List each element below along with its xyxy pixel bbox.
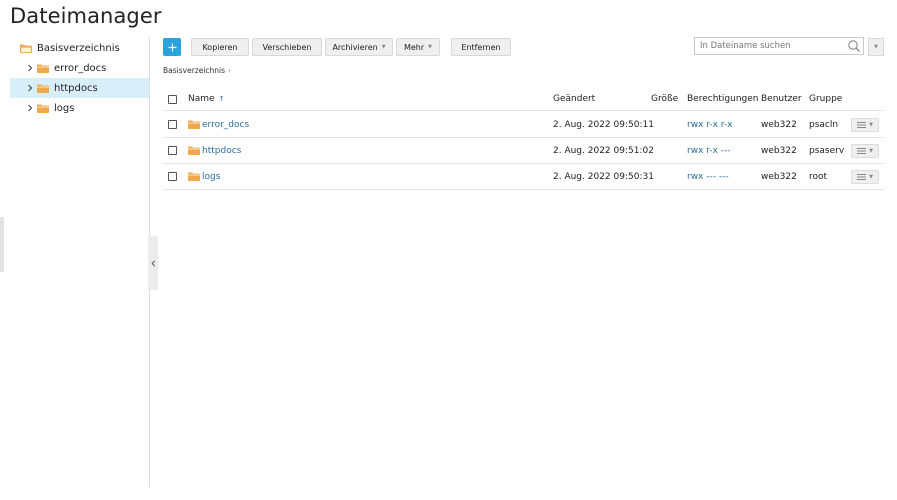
search-box bbox=[694, 37, 864, 55]
menu-icon bbox=[857, 173, 867, 180]
archive-button[interactable]: Archivieren ▼ bbox=[325, 38, 393, 56]
table-row: logs 2. Aug. 2022 09:50:31 rwx --- --- w… bbox=[163, 164, 884, 190]
user-cell: web322 bbox=[761, 171, 797, 182]
table-row: httpdocs 2. Aug. 2022 09:51:02 rwx r-x -… bbox=[163, 138, 884, 164]
group-cell: root bbox=[809, 171, 828, 182]
search-icon[interactable] bbox=[847, 39, 861, 53]
sort-ascending-icon: ↑ bbox=[218, 95, 225, 103]
tree-item-httpdocs[interactable]: httpdocs bbox=[10, 78, 149, 98]
chevron-right-icon[interactable] bbox=[25, 58, 35, 78]
breadcrumb: Basisverzeichnis › bbox=[163, 66, 231, 75]
chevron-left-icon bbox=[151, 259, 155, 267]
search-options-button[interactable]: ▼ bbox=[868, 38, 884, 56]
permissions-link[interactable]: rwx --- --- bbox=[687, 172, 729, 182]
caret-down-icon: ▼ bbox=[381, 44, 386, 50]
tree-item-error-docs[interactable]: error_docs bbox=[10, 58, 149, 78]
folder-icon bbox=[188, 146, 200, 155]
folder-open-icon bbox=[20, 44, 32, 53]
folder-icon bbox=[37, 104, 49, 113]
caret-down-icon: ▼ bbox=[869, 121, 873, 128]
tree-item-label: logs bbox=[54, 102, 75, 114]
more-button-label: Mehr bbox=[403, 42, 425, 52]
column-header-name[interactable]: Name ↑ bbox=[188, 88, 224, 110]
file-name-link[interactable]: httpdocs bbox=[202, 146, 241, 156]
group-cell: psacln bbox=[809, 119, 839, 130]
breadcrumb-separator: › bbox=[228, 66, 232, 75]
add-button[interactable] bbox=[163, 38, 181, 56]
tree-item-basisverzeichnis[interactable]: Basisverzeichnis bbox=[10, 38, 149, 58]
table-row: error_docs 2. Aug. 2022 09:50:11 rwx r-x… bbox=[163, 112, 884, 138]
more-button[interactable]: Mehr ▼ bbox=[396, 38, 440, 56]
caret-down-icon: ▼ bbox=[869, 147, 873, 154]
column-header-size[interactable]: Größe bbox=[651, 88, 678, 110]
select-all-checkbox[interactable] bbox=[168, 94, 177, 104]
column-header-modified[interactable]: Geändert bbox=[553, 88, 595, 110]
caret-down-icon: ▼ bbox=[874, 44, 878, 50]
caret-down-icon: ▼ bbox=[428, 44, 433, 50]
row-menu-button[interactable]: ▼ bbox=[851, 143, 879, 158]
breadcrumb-root[interactable]: Basisverzeichnis bbox=[163, 66, 225, 75]
column-header-group[interactable]: Gruppe bbox=[809, 88, 842, 110]
menu-icon bbox=[857, 121, 867, 128]
copy-button[interactable]: Kopieren bbox=[191, 38, 249, 56]
tree-item-label: Basisverzeichnis bbox=[37, 42, 120, 54]
menu-icon bbox=[857, 147, 867, 154]
user-cell: web322 bbox=[761, 119, 797, 130]
folder-icon bbox=[37, 84, 49, 93]
column-header-user[interactable]: Benutzer bbox=[761, 88, 802, 110]
folder-icon bbox=[188, 172, 200, 181]
left-edge-handle[interactable] bbox=[0, 217, 4, 272]
chevron-right-icon[interactable] bbox=[25, 78, 35, 98]
permissions-link[interactable]: rwx r-x --- bbox=[687, 146, 731, 156]
folder-icon bbox=[37, 64, 49, 73]
column-header-name-label: Name bbox=[188, 94, 215, 104]
column-header-permissions[interactable]: Berechtigungen bbox=[687, 88, 759, 110]
file-name-link[interactable]: logs bbox=[202, 172, 220, 182]
move-button[interactable]: Verschieben bbox=[252, 38, 322, 56]
plus-icon bbox=[168, 43, 176, 51]
row-checkbox[interactable] bbox=[168, 172, 177, 181]
modified-cell: 2. Aug. 2022 09:50:11 bbox=[553, 119, 654, 130]
page-title: Dateimanager bbox=[10, 4, 162, 28]
row-checkbox[interactable] bbox=[168, 146, 177, 155]
move-button-label: Verschieben bbox=[262, 42, 312, 52]
file-name-link[interactable]: error_docs bbox=[202, 120, 249, 130]
collapse-sidebar-button[interactable] bbox=[148, 236, 158, 290]
modified-cell: 2. Aug. 2022 09:50:31 bbox=[553, 171, 654, 182]
row-menu-button[interactable]: ▼ bbox=[851, 169, 879, 184]
remove-button-label: Entfernen bbox=[461, 42, 501, 52]
caret-down-icon: ▼ bbox=[869, 173, 873, 180]
archive-button-label: Archivieren bbox=[332, 42, 378, 52]
modified-cell: 2. Aug. 2022 09:51:02 bbox=[553, 145, 654, 156]
copy-button-label: Kopieren bbox=[202, 42, 238, 52]
tree-item-logs[interactable]: logs bbox=[10, 98, 149, 118]
chevron-right-icon[interactable] bbox=[25, 98, 35, 118]
remove-button[interactable]: Entfernen bbox=[451, 38, 511, 56]
tree-item-label: httpdocs bbox=[54, 82, 98, 94]
row-menu-button[interactable]: ▼ bbox=[851, 117, 879, 132]
group-cell: psaserv bbox=[809, 145, 845, 156]
search-input[interactable] bbox=[700, 39, 840, 53]
permissions-link[interactable]: rwx r-x r-x bbox=[687, 120, 733, 130]
row-checkbox[interactable] bbox=[168, 120, 177, 129]
folder-tree-sidebar: Basisverzeichnis error_docs httpdocs log… bbox=[10, 37, 150, 487]
folder-icon bbox=[188, 120, 200, 129]
user-cell: web322 bbox=[761, 145, 797, 156]
tree-item-label: error_docs bbox=[54, 62, 107, 74]
table-header-row: Name ↑ Geändert Größe Berechtigungen Ben… bbox=[163, 88, 884, 111]
